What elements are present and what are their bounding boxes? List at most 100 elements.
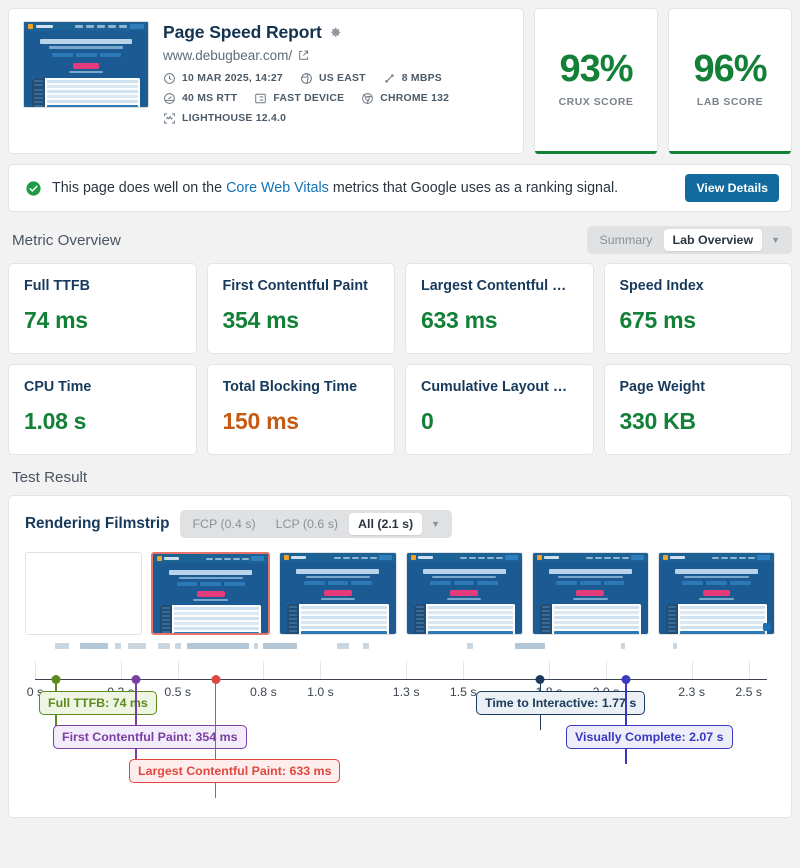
page-url-text: www.debugbear.com/	[163, 48, 293, 63]
axis-tick-label: 2.5 s	[735, 685, 763, 699]
marker-dot[interactable]	[621, 675, 631, 684]
waterfall-request-bar	[115, 643, 121, 649]
lab-score-value: 96%	[693, 48, 767, 90]
timeline-annotation[interactable]: Visually Complete: 2.07 s	[566, 725, 733, 749]
globe-icon	[301, 73, 312, 84]
axis-tick-label: 0.8 s	[250, 685, 277, 699]
filmstrip-frame[interactable]	[25, 552, 143, 635]
meta-item-rtt: 40 MS RTT	[163, 92, 237, 105]
report-summary-card: Page Speed Report www.debugbear.com/ 10 …	[8, 8, 524, 154]
metric-title: First Contentful Paint	[222, 278, 368, 294]
marker-dot[interactable]	[211, 675, 221, 684]
timeline-annotation[interactable]: Time to Interactive: 1.77 s	[476, 691, 646, 715]
report-meta-list: 10 MAR 2025, 14:27 US EAST 8 MBPS 40 MS …	[163, 72, 509, 125]
metric-card[interactable]: CPU Time 1.08 s	[8, 364, 197, 455]
axis-tick	[463, 661, 465, 679]
axis-tick	[120, 661, 122, 679]
tab-all[interactable]: All (2.1 s)	[349, 513, 423, 535]
meta-label: FAST DEVICE	[273, 93, 345, 104]
metric-card[interactable]: Full TTFB 74 ms	[8, 263, 197, 354]
lab-score-label: LAB SCORE	[696, 97, 764, 108]
axis-line	[35, 679, 767, 681]
clock-icon	[164, 73, 175, 84]
metric-card[interactable]: Cumulative Layout … 0	[405, 364, 594, 455]
page-url[interactable]: www.debugbear.com/	[163, 48, 509, 63]
metric-value: 1.08 s	[24, 408, 87, 434]
meta-item-region: US EAST	[300, 72, 366, 85]
meta-label: 8 MBPS	[401, 73, 442, 84]
marker-dot[interactable]	[51, 675, 61, 684]
chevron-down-icon[interactable]: ▼	[764, 235, 789, 245]
tab-summary[interactable]: Summary	[590, 229, 661, 251]
timeline-annotation[interactable]: First Contentful Paint: 354 ms	[53, 725, 247, 749]
metric-title: Page Weight	[619, 379, 706, 395]
axis-tick	[691, 661, 693, 679]
core-web-vitals-link[interactable]: Core Web Vitals	[226, 180, 329, 196]
waterfall-request-bar	[515, 643, 545, 649]
metric-card[interactable]: Page Weight 330 KB	[603, 364, 792, 455]
metric-card[interactable]: Total Blocking Time 150 ms	[206, 364, 395, 455]
filmstrip-title: Rendering Filmstrip	[25, 515, 170, 532]
metric-overview-header: Metric Overview Summary Lab Overview ▼	[12, 226, 792, 254]
timeline-axis: 0 s0.3 s0.5 s0.8 s1.0 s1.3 s1.5 s1.8 s2.…	[25, 653, 775, 801]
meta-label: 40 MS RTT	[182, 93, 238, 104]
core-web-vitals-banner: This page does well on the Core Web Vita…	[8, 164, 792, 212]
axis-tick	[548, 661, 550, 679]
axis-tick	[177, 661, 179, 679]
filmstrip-header: Rendering Filmstrip FCP (0.4 s) LCP (0.6…	[25, 510, 775, 538]
axis-tick	[35, 661, 36, 679]
view-details-button[interactable]: View Details	[685, 174, 779, 202]
marker-line	[625, 679, 627, 764]
bandwidth-icon	[385, 74, 394, 83]
page-thumbnail[interactable]	[23, 21, 149, 108]
metric-value: 74 ms	[24, 307, 88, 333]
axis-tick-label: 2.3 s	[678, 685, 705, 699]
tab-lab-overview[interactable]: Lab Overview	[663, 229, 763, 251]
filmstrip-frame[interactable]	[405, 552, 523, 635]
marker-dot[interactable]	[131, 675, 141, 684]
tab-lcp[interactable]: LCP (0.6 s)	[267, 513, 347, 535]
banner-text-after: metrics that Google uses as a ranking si…	[328, 180, 619, 196]
filmstrip-frame[interactable]	[531, 552, 649, 635]
metric-value: 0	[421, 408, 434, 434]
metric-title: Total Blocking Time	[222, 379, 358, 395]
gear-icon[interactable]	[329, 26, 342, 39]
gauge-icon	[164, 93, 175, 104]
filmstrip-frame[interactable]	[657, 552, 776, 635]
rendering-filmstrip-card: Rendering Filmstrip FCP (0.4 s) LCP (0.6…	[8, 495, 792, 818]
chevron-down-icon[interactable]: ▼	[424, 519, 449, 529]
metric-value: 330 KB	[619, 408, 696, 434]
tab-fcp[interactable]: FCP (0.4 s)	[183, 513, 264, 535]
axis-tick	[263, 661, 265, 679]
test-result-title: Test Result	[12, 469, 88, 486]
external-link-icon[interactable]	[298, 50, 309, 61]
filmstrip-frame[interactable]	[151, 552, 271, 635]
metric-card[interactable]: Speed Index 675 ms	[603, 263, 792, 354]
axis-tick	[748, 661, 750, 679]
axis-tick-label: 0.5 s	[164, 685, 192, 699]
metric-card[interactable]: First Contentful Paint 354 ms	[206, 263, 395, 354]
waterfall-request-bar	[175, 643, 181, 649]
success-check-icon	[26, 180, 41, 196]
meta-item-device: FAST DEVICE	[254, 92, 344, 105]
meta-item-browser: CHROME 132	[361, 92, 449, 105]
metric-title: CPU Time	[24, 379, 92, 395]
page-title: Page Speed Report	[163, 22, 509, 43]
filmstrip-frame[interactable]	[279, 552, 397, 635]
waterfall-request-bar	[263, 643, 297, 649]
metric-value: 675 ms	[619, 307, 697, 333]
timeline-annotation[interactable]: Largest Contentful Paint: 633 ms	[129, 759, 341, 783]
axis-tick-label: 1.0 s	[307, 685, 334, 699]
axis-tick	[605, 661, 607, 679]
meta-label: CHROME 132	[380, 93, 450, 104]
lighthouse-icon	[164, 113, 175, 124]
timeline-annotation[interactable]: Full TTFB: 74 ms	[39, 691, 157, 715]
metric-title: Largest Contentful …	[421, 278, 567, 294]
marker-dot[interactable]	[535, 675, 545, 684]
marker-line	[135, 679, 137, 764]
waterfall-request-bar	[187, 643, 225, 649]
banner-text-before: This page does well on the	[52, 180, 227, 196]
frame-badge-icon	[763, 623, 772, 631]
metric-card[interactable]: Largest Contentful … 633 ms	[405, 263, 594, 354]
chrome-icon	[362, 93, 374, 104]
